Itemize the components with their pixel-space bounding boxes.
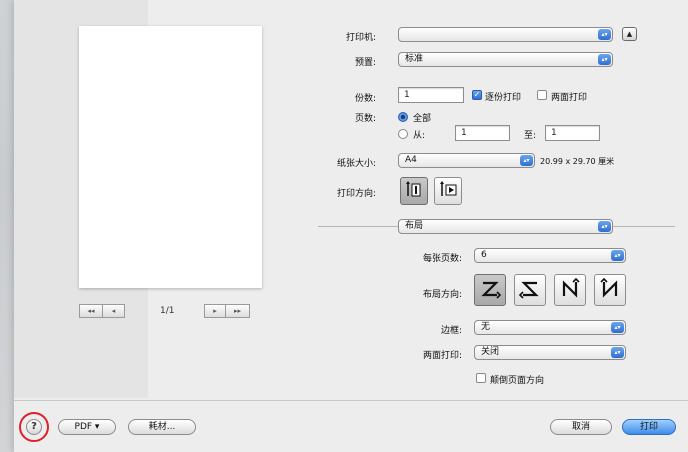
layout-reverse-n-button[interactable] xyxy=(594,274,626,306)
preview-back-controls[interactable]: ◂◂ ◂ xyxy=(79,304,125,318)
pages-range-radio[interactable] xyxy=(398,129,408,139)
separator-left xyxy=(318,226,398,227)
duplex-label: 两面打印 xyxy=(551,93,588,103)
collapse-details-icon[interactable]: ▲ xyxy=(622,27,637,41)
help-button[interactable]: ? xyxy=(26,419,42,435)
pages-from-input[interactable]: 1 xyxy=(455,125,510,141)
layout-z-button[interactable] xyxy=(474,274,506,306)
orientation-label: 打印方向: xyxy=(336,189,376,199)
border-value: 无 xyxy=(481,322,491,332)
first-page-icon[interactable]: ◂◂ xyxy=(79,304,103,318)
layout-reverse-z-button[interactable] xyxy=(514,274,546,306)
pages-all-label: 全部 xyxy=(413,114,432,124)
pages-per-sheet-label: 每张页数: xyxy=(422,254,462,264)
popup-arrows-icon: ▴▾ xyxy=(598,54,611,65)
pages-label: 页数: xyxy=(354,114,376,124)
supplies-button[interactable]: 耗材... xyxy=(128,419,196,435)
pages-all-radio[interactable] xyxy=(398,112,408,122)
border-select[interactable]: 无 ▴▾ xyxy=(474,320,626,335)
bottom-separator xyxy=(14,400,688,401)
printer-select[interactable]: ▴▾ xyxy=(398,27,613,42)
popup-arrows-icon: ▴▾ xyxy=(611,347,624,358)
border-label: 边框: xyxy=(440,326,462,336)
section-menu-select[interactable]: 布局 ▴▾ xyxy=(398,219,613,234)
popup-arrows-icon: ▴▾ xyxy=(611,322,624,333)
landscape-icon xyxy=(440,181,457,196)
popup-arrows-icon: ▴▾ xyxy=(611,250,624,261)
z-icon xyxy=(481,281,502,299)
pages-to-input[interactable]: 1 xyxy=(545,125,600,141)
page-preview xyxy=(79,26,262,288)
printer-label: 打印机: xyxy=(345,33,376,43)
preset-label: 预置: xyxy=(354,58,376,68)
last-page-icon[interactable]: ▸▸ xyxy=(226,304,250,318)
print-button[interactable]: 打印 xyxy=(622,419,676,435)
layout-n-button[interactable] xyxy=(554,274,586,306)
pages-from-label: 从: xyxy=(413,131,426,141)
preview-forward-controls[interactable]: ▸ ▸▸ xyxy=(204,304,250,318)
duplex-checkbox[interactable] xyxy=(537,90,547,100)
copies-input[interactable]: 1 xyxy=(398,87,464,103)
pages-to-label: 至: xyxy=(524,131,537,141)
pages-per-sheet-value: 6 xyxy=(481,250,487,260)
collate-checkbox[interactable]: ✓ xyxy=(472,90,482,100)
paper-size-select[interactable]: A4 ▴▾ xyxy=(398,153,535,168)
reverse-n-icon xyxy=(600,277,618,298)
two-sided-label: 两面打印: xyxy=(422,351,462,361)
popup-arrows-icon: ▴▾ xyxy=(520,155,533,166)
two-sided-value: 关闭 xyxy=(481,347,500,357)
paper-size-value: A4 xyxy=(405,155,417,165)
flip-orientation-checkbox[interactable] xyxy=(476,373,486,383)
page-indicator: 1/1 xyxy=(160,306,175,316)
two-sided-select[interactable]: 关闭 ▴▾ xyxy=(474,345,626,360)
previous-page-icon[interactable]: ◂ xyxy=(103,304,125,318)
layout-direction-label: 布局方向: xyxy=(422,290,462,300)
popup-arrows-icon: ▴▾ xyxy=(598,29,611,40)
flip-orientation-label: 颠倒页面方向 xyxy=(490,376,545,386)
paper-size-dimensions: 20.99 x 29.70 厘米 xyxy=(540,157,615,166)
landscape-orientation-button[interactable] xyxy=(434,177,462,205)
reverse-z-icon xyxy=(518,281,539,299)
portrait-orientation-button[interactable] xyxy=(400,177,428,205)
pdf-menu-button[interactable]: PDF ▾ xyxy=(58,419,116,435)
n-icon xyxy=(562,277,580,298)
pages-per-sheet-select[interactable]: 6 ▴▾ xyxy=(474,248,626,263)
preset-select[interactable]: 标准 ▴▾ xyxy=(398,52,613,67)
cancel-button[interactable]: 取消 xyxy=(550,419,612,435)
separator-right xyxy=(613,226,675,227)
portrait-icon xyxy=(406,181,421,197)
next-page-icon[interactable]: ▸ xyxy=(204,304,226,318)
copies-label: 份数: xyxy=(354,94,376,104)
popup-arrows-icon: ▴▾ xyxy=(598,221,611,232)
preset-value: 标准 xyxy=(405,54,424,64)
section-menu-value: 布局 xyxy=(405,221,424,231)
paper-size-label: 纸张大小: xyxy=(336,159,376,169)
collate-label: 逐份打印 xyxy=(485,93,522,103)
